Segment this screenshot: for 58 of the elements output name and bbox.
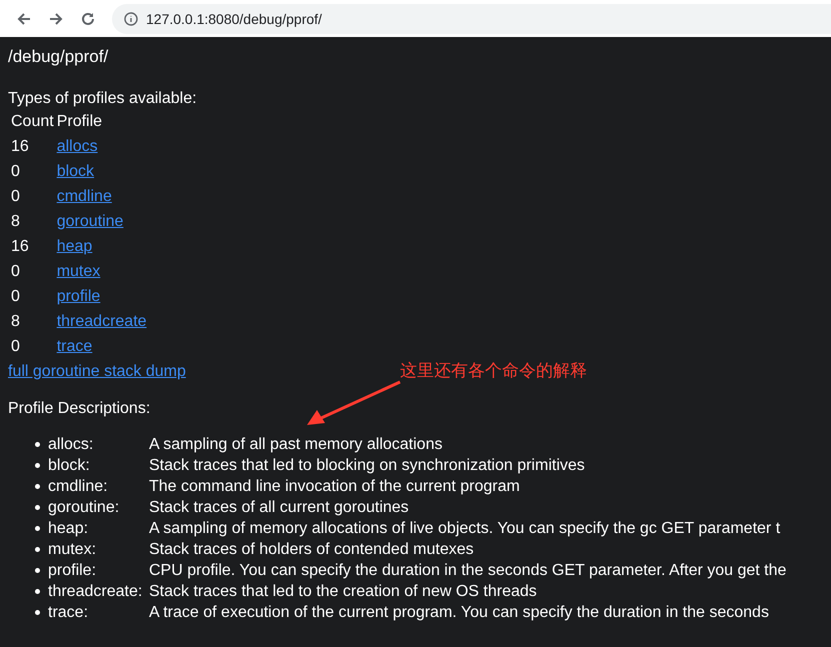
back-icon [16,10,32,26]
count-cell-text: 16 [11,237,30,257]
bullet-icon [35,442,40,447]
bullet-icon [35,610,40,615]
bullet-icon [35,526,40,531]
profile-description: Stack traces that led to blocking on synchronization primitives [149,456,585,476]
forward-icon [48,10,64,26]
page-title: /debug/pprof/ [8,47,110,67]
annotation-text: 这里还有各个命令的解释 [400,360,587,382]
profile-link[interactable]: trace [56,338,92,355]
profile-link[interactable]: profile [56,288,100,305]
profile-name: mutex: [48,540,98,560]
count-cell-text: 0 [11,337,21,357]
bullet-icon [35,484,40,489]
profile-description: A trace of execution of the current program. You can specify the duration in the seconds [149,603,769,623]
profile-description: A sampling of all past memory allocations [149,435,442,455]
profile-name: block: [48,456,91,476]
count-cell-text: 8 [11,212,21,232]
profile-name: allocs: [48,435,94,455]
profile-name: threadcreate: [48,582,144,602]
profile-link[interactable]: goroutine [56,213,124,230]
profile-link[interactable]: allocs [56,138,98,155]
count-cell-text: 16 [11,137,30,157]
count-cell-text: 0 [11,187,21,207]
bullet-icon [35,547,40,552]
column-header: Profile [56,112,104,132]
profile-description: A sampling of memory allocations of live objects. You can specify the gc GET parameter t [149,519,780,539]
profile-link[interactable]: threadcreate [56,313,147,330]
profile-description: Stack traces that led to the creation of new OS threads [149,582,537,602]
reload-icon [80,10,96,26]
profile-link[interactable]: heap [56,238,92,255]
profile-name: profile: [48,561,98,581]
section-heading: Types of profiles available: [8,89,198,109]
profile-name: heap: [48,519,90,539]
profile-link[interactable]: block [56,163,94,180]
profile-name: trace: [48,603,90,623]
stack-dump-link[interactable]: full goroutine stack dump [8,363,186,380]
profile-description: CPU profile. You can specify the duration in the seconds GET parameter. After you get the [149,561,786,581]
count-cell-text: 0 [11,162,21,182]
bullet-icon [35,589,40,594]
bullet-icon [35,505,40,510]
info-icon [124,12,138,26]
bullet-icon [35,568,40,573]
profile-name: cmdline: [48,477,109,497]
section-heading: Profile Descriptions: [8,399,152,419]
profile-name: goroutine: [48,498,120,518]
address-bar[interactable]: 127.0.0.1:8080/debug/pprof/ [112,4,831,34]
count-cell-text: 0 [11,287,21,307]
profile-link[interactable]: mutex [56,263,100,280]
profile-description: Stack traces of all current goroutines [149,498,409,518]
profile-description: Stack traces of holders of contended mutexes [149,540,474,560]
count-cell-text: 0 [11,262,21,282]
column-header: Count [11,112,54,132]
profile-link[interactable]: cmdline [56,188,112,205]
profile-description: The command line invocation of the current program [149,477,520,497]
url-text: 127.0.0.1:8080/debug/pprof/ [146,10,322,26]
bullet-icon [35,463,40,468]
count-cell-text: 8 [11,312,21,332]
